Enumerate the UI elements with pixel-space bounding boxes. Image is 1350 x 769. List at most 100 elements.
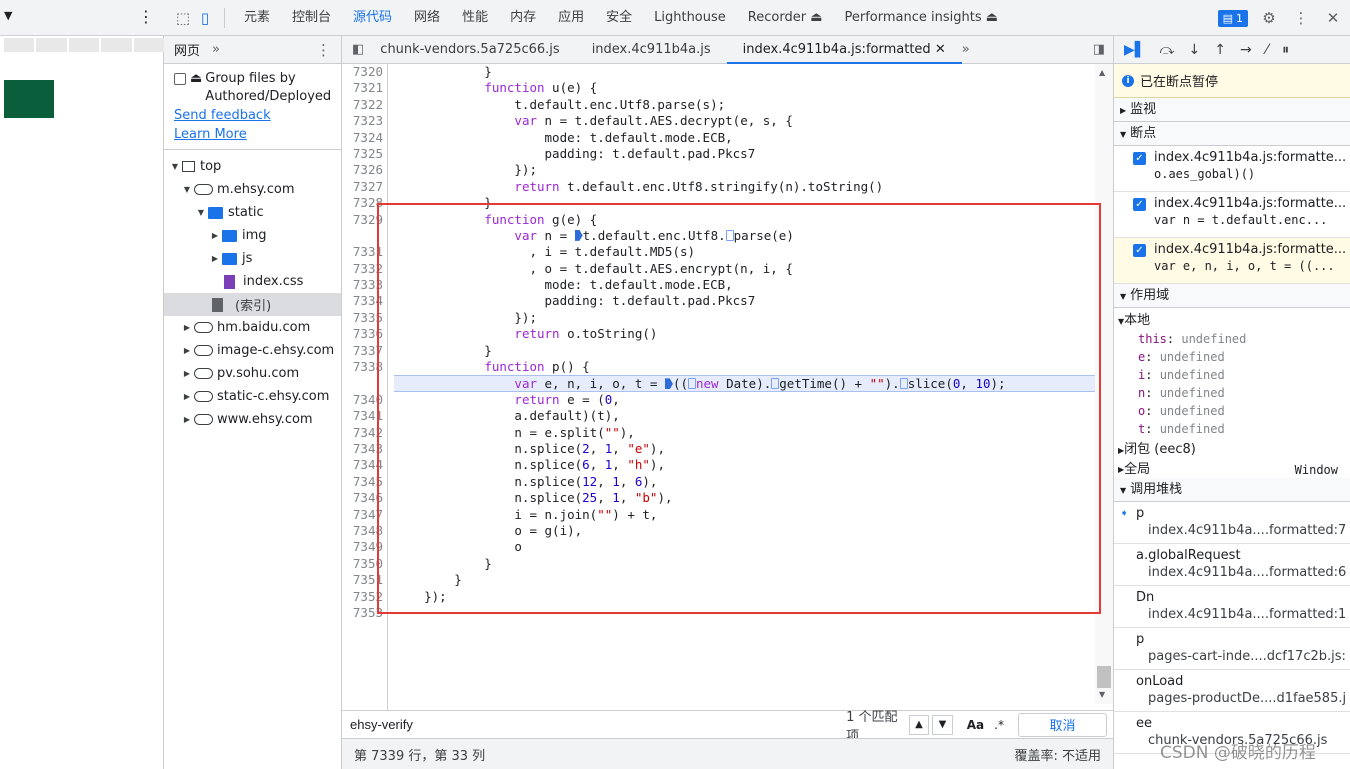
line-number[interactable]: 7347	[342, 507, 387, 523]
line-number[interactable]: 7329	[342, 212, 387, 228]
deactivate-breakpoints-icon[interactable]: ⁄	[1266, 42, 1268, 58]
line-number[interactable]: 7326	[342, 162, 387, 178]
step-into-icon[interactable]: ↓	[1189, 42, 1201, 58]
cancel-button[interactable]: 取消	[1017, 712, 1107, 737]
line-number[interactable]: 7320	[342, 64, 387, 80]
tree-item-domain[interactable]: ▶ www.ehsy.com	[164, 408, 341, 431]
scope-local[interactable]: ▼本地	[1114, 308, 1350, 330]
tab-lighthouse[interactable]: Lighthouse	[643, 0, 737, 36]
line-gutter[interactable]: 7320 7321 7322 7323 7324 7325 7326 7327 7328 7329…	[342, 64, 388, 712]
line-number[interactable]: 7324	[342, 130, 387, 146]
scope-variable[interactable]: o: undefined	[1114, 402, 1350, 420]
tree-item-folder[interactable]: ▶ js	[164, 247, 341, 270]
tab-performance-insights[interactable]: Performance insights ⏏	[833, 0, 1009, 36]
scope-variable[interactable]: this: undefined	[1114, 330, 1350, 348]
toggle-navigator-icon[interactable]: ◧	[352, 42, 364, 57]
step-icon[interactable]: →	[1240, 42, 1252, 58]
tree-item-top[interactable]: ▼ top	[164, 155, 341, 178]
tree-item-domain[interactable]: ▶ image-c.ehsy.com	[164, 339, 341, 362]
regex-button[interactable]: .*	[994, 718, 1004, 732]
prev-match-button[interactable]: ▲	[908, 714, 930, 735]
tree-item-file[interactable]: index.css	[164, 270, 341, 293]
inspect-element-icon[interactable]: ⬚	[172, 7, 194, 29]
tab-performance[interactable]: 性能	[451, 0, 499, 36]
tree-item-domain[interactable]: ▶ static-c.ehsy.com	[164, 385, 341, 408]
line-number[interactable]: 7327	[342, 179, 387, 195]
line-number[interactable]: 7331	[342, 244, 387, 260]
editor-tab-active[interactable]: index.4c911b4a.js:formatted ✕	[726, 36, 962, 64]
scope-closure[interactable]: ▶闭包 (eec8)	[1114, 438, 1350, 458]
resume-icon[interactable]: ▶▌	[1124, 42, 1146, 58]
tab-recorder[interactable]: Recorder ⏏	[737, 0, 834, 36]
step-over-icon[interactable]: ⤼	[1160, 42, 1175, 58]
line-number[interactable]: 7341	[342, 408, 387, 424]
more-vertical-icon[interactable]: ⋮	[1290, 7, 1312, 29]
close-tab-icon[interactable]: ✕	[935, 42, 946, 57]
call-frame[interactable]: Dn index.4c911b4a....formatted:137	[1114, 586, 1350, 628]
tab-network[interactable]: 网络	[403, 0, 451, 36]
line-number[interactable]: 7325	[342, 146, 387, 162]
next-match-button[interactable]: ▼	[932, 714, 953, 735]
breakpoint-item[interactable]: ✓ index.4c911b4a.js:formatte... var n = …	[1114, 192, 1350, 238]
scope-variable[interactable]: t: undefined	[1114, 420, 1350, 438]
line-number[interactable]: 7346	[342, 490, 387, 506]
pause-exceptions-icon[interactable]: ⏸	[1282, 42, 1289, 58]
section-watch[interactable]: ▶ 监视	[1114, 98, 1350, 122]
line-number[interactable]: 7335	[342, 310, 387, 326]
tree-item-domain[interactable]: ▼ m.ehsy.com	[164, 178, 341, 201]
tree-item-file-selected[interactable]: (索引)	[164, 293, 341, 316]
issues-badge[interactable]: ▤ 1	[1217, 9, 1248, 27]
dropdown-icon[interactable]: ▼	[4, 9, 12, 22]
settings-gear-icon[interactable]: ⚙	[1258, 7, 1280, 29]
code-lines[interactable]: } function u(e) { t.default.enc.Utf8.par…	[394, 64, 1102, 621]
line-number[interactable]: 7322	[342, 97, 387, 113]
more-tabs-icon[interactable]: »	[212, 42, 220, 57]
more-vertical-icon[interactable]: ⋮	[316, 41, 331, 59]
call-frame[interactable]: p pages-cart-inde....dcf17c2b.js:1	[1114, 628, 1350, 670]
tab-elements[interactable]: 元素	[233, 0, 281, 36]
line-number[interactable]: 7338	[342, 359, 387, 375]
more-vertical-icon[interactable]: ⋮	[138, 7, 154, 26]
search-input[interactable]	[346, 713, 847, 736]
scrollbar-thumb[interactable]	[1097, 666, 1111, 688]
scope-variable[interactable]: e: undefined	[1114, 348, 1350, 366]
device-toolbar-icon[interactable]: ▯	[194, 7, 216, 29]
call-frame[interactable]: onLoad pages-productDe....d1fae585.js:1	[1114, 670, 1350, 712]
section-call-stack[interactable]: ▼ 调用堆栈	[1114, 478, 1350, 502]
send-feedback-link[interactable]: Send feedback	[164, 106, 341, 125]
scope-variable[interactable]: n: undefined	[1114, 384, 1350, 402]
line-number[interactable]: 7337	[342, 343, 387, 359]
tab-memory[interactable]: 内存	[499, 0, 547, 36]
close-icon[interactable]: ✕	[1322, 7, 1344, 29]
more-tabs-icon[interactable]: »	[962, 42, 970, 57]
breakpoint-line-number[interactable]: 7339	[342, 375, 387, 391]
line-number[interactable]: 7352	[342, 589, 387, 605]
line-number[interactable]: 7349	[342, 539, 387, 555]
line-number[interactable]: 7340	[342, 392, 387, 408]
tree-item-folder[interactable]: ▶ img	[164, 224, 341, 247]
call-frame-current[interactable]: ➧ p index.4c911b4a....formatted:733	[1114, 502, 1350, 544]
line-number[interactable]: 7344	[342, 457, 387, 473]
tab-sources[interactable]: 源代码	[342, 0, 403, 36]
line-number[interactable]: 7328	[342, 195, 387, 211]
scope-variable[interactable]: i: undefined	[1114, 366, 1350, 384]
tree-item-domain[interactable]: ▶ pv.sohu.com	[164, 362, 341, 385]
call-frame[interactable]: a.globalRequest index.4c911b4a....formatt…	[1114, 544, 1350, 586]
line-number[interactable]: 7343	[342, 441, 387, 457]
checkbox-checked-icon[interactable]: ✓	[1133, 198, 1146, 211]
tab-console[interactable]: 控制台	[281, 0, 342, 36]
tab-application[interactable]: 应用	[547, 0, 595, 36]
line-number[interactable]: 7334	[342, 293, 387, 309]
line-number[interactable]: 7321	[342, 80, 387, 96]
line-number[interactable]: 7350	[342, 556, 387, 572]
scope-global[interactable]: ▶ 全局 Window	[1114, 458, 1350, 478]
scroll-up-icon[interactable]: ▲	[1099, 68, 1105, 77]
line-number[interactable]: 7348	[342, 523, 387, 539]
toggle-debugger-icon[interactable]: ◨	[1093, 42, 1105, 57]
line-number[interactable]: 7333	[342, 277, 387, 293]
editor-tab[interactable]: index.4c911b4a.js	[576, 36, 727, 64]
line-number[interactable]: 7353	[342, 605, 387, 621]
tree-item-folder[interactable]: ▼ static	[164, 201, 341, 224]
match-case-button[interactable]: Aa	[967, 718, 984, 732]
breakpoint-line-number[interactable]: 7330	[342, 228, 387, 244]
